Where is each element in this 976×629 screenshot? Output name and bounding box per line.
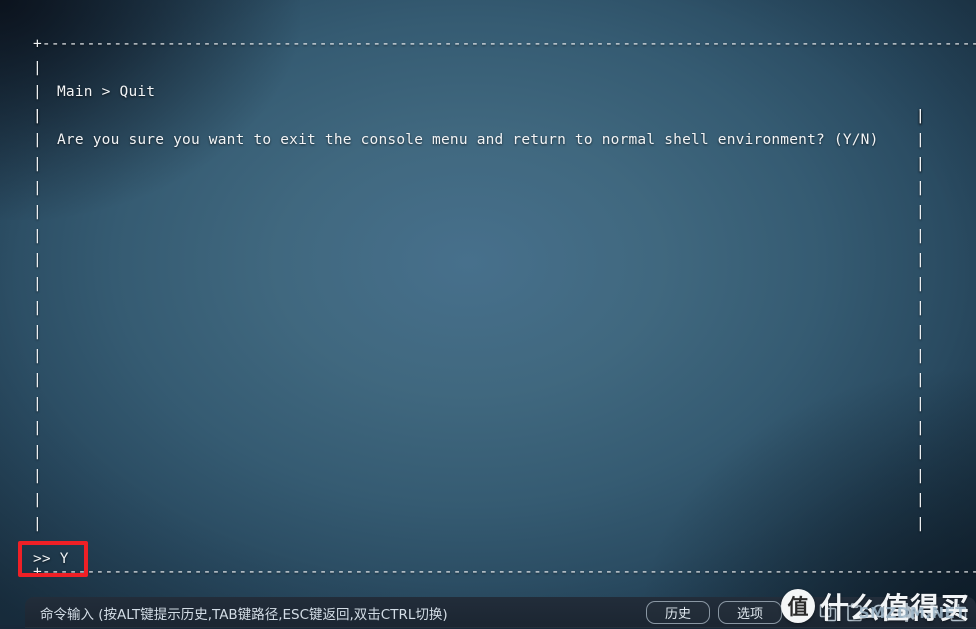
border-right-char: |: [916, 252, 925, 268]
terminal-row-blank: | |: [0, 128, 976, 152]
terminal-row-blank: | |: [0, 416, 976, 440]
terminal-console[interactable]: +---------------------------------------…: [0, 0, 976, 592]
terminal-row-blank: | |: [0, 176, 976, 200]
terminal-row-blank: | |: [0, 488, 976, 512]
border-right-char: |: [916, 132, 925, 148]
border-right-char: |: [916, 372, 925, 388]
terminal-bottom-border: +---------------------------------------…: [0, 536, 976, 580]
terminal-top-border: +---------------------------------------…: [0, 8, 976, 52]
terminal-row-blank: | |: [0, 464, 976, 488]
border-left-char: |: [33, 444, 42, 460]
terminal-row-blank: | |: [0, 368, 976, 392]
terminal-row-blank: | |: [0, 320, 976, 344]
border-right-char: |: [916, 324, 925, 340]
border-left-char: |: [33, 300, 42, 316]
border-right-char: |: [916, 444, 925, 460]
status-bar-tools: 历史 选项: [646, 597, 976, 628]
border-left-char: |: [33, 492, 42, 508]
terminal-row-question: | Are you sure you want to exit the cons…: [0, 80, 976, 172]
terminal-row-blank: | |: [0, 272, 976, 296]
search-icon[interactable]: [868, 600, 893, 625]
command-prompt-input[interactable]: >> Y: [33, 551, 69, 567]
border-left-char: |: [33, 252, 42, 268]
paste-icon[interactable]: [842, 600, 867, 625]
terminal-row-blank: | |: [0, 224, 976, 248]
border-left-char: |: [33, 132, 42, 148]
border-left-char: |: [33, 396, 42, 412]
status-bar: 命令输入 (按ALT键提示历史,TAB键路径,ESC键返回,双击CTRL切换) …: [25, 597, 976, 628]
border-left-char: |: [33, 372, 42, 388]
terminal-row-breadcrumb: | Main > Quit |: [0, 32, 976, 124]
border-right-char: |: [916, 228, 925, 244]
border-left-char: |: [33, 156, 42, 172]
history-button[interactable]: 历史: [646, 601, 710, 624]
terminal-row-blank: | |: [0, 152, 976, 176]
terminal-row-blank: | |: [0, 104, 976, 128]
border-right-char: |: [916, 468, 925, 484]
terminal-row-blank: | |: [0, 296, 976, 320]
border-left-char: |: [33, 180, 42, 196]
terminal-row-blank: | |: [0, 512, 976, 536]
border-right-char: |: [916, 396, 925, 412]
gear-icon[interactable]: [894, 600, 919, 625]
border-right-char: |: [916, 516, 925, 532]
border-left-char: |: [33, 108, 42, 124]
upload-icon[interactable]: [946, 600, 971, 625]
terminal-row-blank: | |: [0, 344, 976, 368]
border-left-char: |: [33, 204, 42, 220]
border-right-char: |: [916, 348, 925, 364]
border-left-char: |: [33, 228, 42, 244]
lightning-bolt-icon[interactable]: [790, 600, 815, 625]
download-icon[interactable]: [920, 600, 945, 625]
border-right-char: |: [916, 300, 925, 316]
copy-icon[interactable]: [816, 600, 841, 625]
terminal-row-blank: | |: [0, 392, 976, 416]
border-left-char: |: [33, 516, 42, 532]
terminal-row-blank: | |: [0, 248, 976, 272]
border-right-char: |: [916, 492, 925, 508]
border-left-char: |: [33, 276, 42, 292]
terminal-row-blank: | |: [0, 56, 976, 124]
status-hint-text: 命令输入 (按ALT键提示历史,TAB键路径,ESC键返回,双击CTRL切换): [40, 606, 448, 623]
terminal-row-blank: | |: [0, 440, 976, 464]
terminal-row-blank: | |: [0, 200, 976, 224]
border-left-char: |: [33, 468, 42, 484]
bottom-border-line: +---------------------------------------…: [33, 564, 976, 580]
border-left-char: |: [33, 348, 42, 364]
border-left-char: |: [33, 420, 42, 436]
options-button[interactable]: 选项: [718, 601, 782, 624]
border-right-char: |: [916, 156, 925, 172]
border-left-char: |: [33, 324, 42, 340]
border-right-char: |: [916, 420, 925, 436]
border-right-char: |: [916, 276, 925, 292]
border-right-char: |: [916, 180, 925, 196]
border-right-char: |: [916, 108, 925, 124]
border-right-char: |: [916, 204, 925, 220]
